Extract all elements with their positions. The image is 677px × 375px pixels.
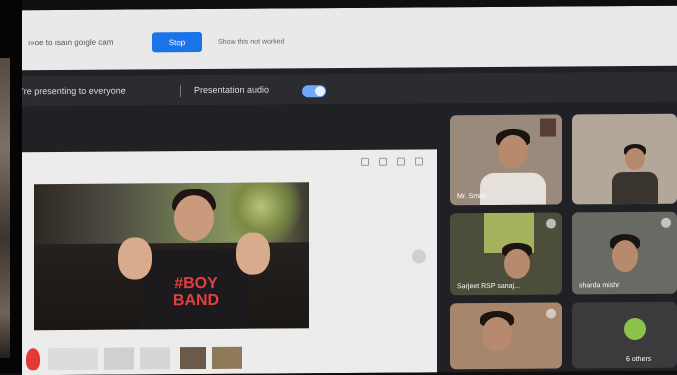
divider	[180, 85, 181, 98]
thumbnail-4[interactable]	[180, 347, 206, 370]
others-avatar	[624, 317, 646, 341]
presenting-status: 're presenting to everyone	[22, 85, 126, 97]
adjacent-window-edge	[0, 0, 22, 373]
right-hand	[236, 232, 270, 275]
slide-toolbar	[361, 157, 423, 166]
thumbnail-1[interactable]	[48, 347, 98, 371]
participant-shirt	[480, 172, 546, 206]
participant-tile-1[interactable]: Mr. Smith	[450, 114, 562, 206]
mic-icon	[661, 217, 671, 228]
top-notification-bar: ı»oe to ısaın goıgle cam Stop Show this …	[22, 5, 677, 71]
left-hand	[118, 237, 152, 280]
participant-tile-4[interactable]: sharda mishr	[572, 211, 677, 295]
adjacent-window-slice	[0, 58, 10, 358]
participant-tile-3[interactable]: Sarjeet RSP sanaj...	[450, 212, 562, 296]
heart-icon	[26, 348, 40, 371]
thumbnail-2[interactable]	[104, 347, 134, 370]
participant-shirt	[612, 171, 658, 205]
more-icon[interactable]	[415, 157, 423, 166]
presentation-bar: 're presenting to everyone Presentation …	[22, 71, 677, 107]
dont-show-link[interactable]: Show this not worked	[218, 38, 285, 45]
slide-thumbnails	[22, 341, 437, 375]
participant-face	[504, 248, 530, 279]
shirt-text: #BOY BAND	[172, 274, 220, 310]
participant-face	[482, 316, 512, 352]
participant-face	[612, 239, 638, 273]
stop-button[interactable]: Stop	[152, 32, 202, 53]
participant-tile-6[interactable]: 6 others	[572, 301, 677, 369]
participant-name: Sarjeet RSP sanaj...	[457, 282, 520, 291]
picture-frame	[540, 118, 556, 137]
others-count: 6 others	[626, 355, 652, 364]
presentation-slide: #BOY BAND	[22, 149, 437, 375]
slide-photo: #BOY BAND	[34, 182, 309, 331]
mic-icon	[546, 218, 556, 229]
meet-window: ı»oe to ısaın goıgle cam Stop Show this …	[22, 5, 677, 375]
child-face	[174, 194, 214, 242]
thumbnail-5[interactable]	[212, 346, 242, 369]
toggle-knob	[315, 86, 325, 97]
background-plant	[229, 182, 309, 243]
participant-name: Mr. Smith	[457, 193, 487, 201]
participant-name: sharda mishr	[579, 282, 620, 290]
mic-icon	[546, 308, 556, 319]
participant-tile-2[interactable]	[572, 113, 677, 205]
participant-face	[498, 134, 528, 169]
pin-icon[interactable]	[379, 157, 387, 166]
presentation-audio-toggle[interactable]	[302, 85, 326, 98]
expand-icon[interactable]	[361, 157, 369, 166]
thumbnail-3[interactable]	[140, 347, 170, 370]
next-slide-button[interactable]	[412, 249, 426, 264]
participant-tile-5[interactable]	[450, 302, 562, 370]
presentation-audio-label: Presentation audio	[194, 84, 270, 96]
participant-face	[625, 147, 645, 171]
notification-message: ı»oe to ısaın goıgle cam	[28, 37, 114, 48]
settings-icon[interactable]	[397, 157, 405, 166]
